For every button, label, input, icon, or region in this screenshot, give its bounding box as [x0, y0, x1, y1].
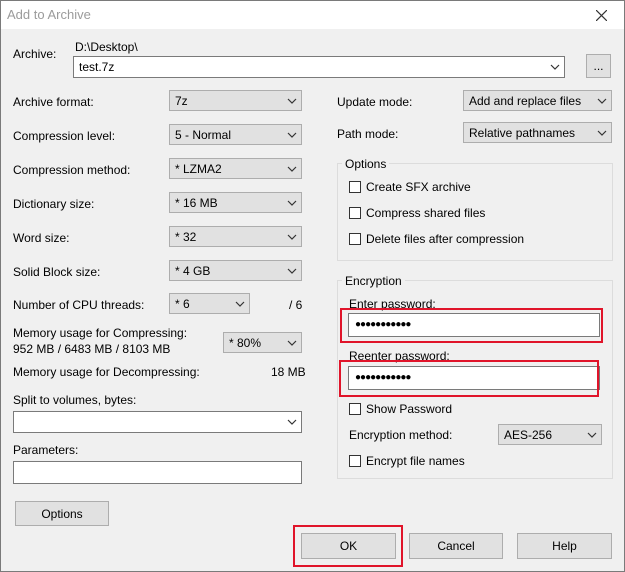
- compress-shared-checkbox[interactable]: Compress shared files: [349, 206, 485, 220]
- split-volumes-label: Split to volumes, bytes:: [13, 393, 137, 407]
- solid-block-size-value: * 4 GB: [175, 264, 211, 278]
- compression-method-label: Compression method:: [13, 163, 131, 177]
- create-sfx-checkbox[interactable]: Create SFX archive: [349, 180, 471, 194]
- chevron-down-icon: [235, 299, 245, 309]
- checkbox-box: [349, 207, 361, 219]
- delete-after-checkbox[interactable]: Delete files after compression: [349, 232, 524, 246]
- title-bar: Add to Archive: [1, 1, 624, 29]
- memory-usage-select[interactable]: * 80%: [223, 332, 302, 353]
- parameters-input[interactable]: [13, 461, 302, 484]
- encryption-method-label: Encryption method:: [349, 428, 453, 442]
- path-mode-value: Relative pathnames: [469, 126, 576, 140]
- options-button[interactable]: Options: [15, 501, 109, 526]
- compression-level-select[interactable]: 5 - Normal: [169, 124, 302, 145]
- word-size-label: Word size:: [13, 231, 70, 245]
- cpu-threads-label: Number of CPU threads:: [13, 298, 145, 312]
- archive-path: D:\Desktop\: [75, 40, 138, 54]
- encryption-group-title: Encryption: [342, 274, 405, 288]
- compression-level-label: Compression level:: [13, 129, 116, 143]
- parameters-label: Parameters:: [13, 443, 79, 457]
- chevron-down-icon: [597, 128, 607, 138]
- archive-format-label: Archive format:: [13, 95, 94, 109]
- compress-shared-label: Compress shared files: [366, 206, 486, 220]
- update-mode-label: Update mode:: [337, 95, 413, 109]
- compression-method-value: * LZMA2: [175, 162, 222, 176]
- chevron-down-icon: [287, 198, 297, 208]
- cancel-button[interactable]: Cancel: [409, 533, 503, 559]
- create-sfx-label: Create SFX archive: [366, 180, 471, 194]
- chevron-down-icon: [287, 417, 297, 427]
- chevron-down-icon: [597, 96, 607, 106]
- chevron-down-icon: [287, 164, 297, 174]
- compression-level-value: 5 - Normal: [175, 128, 232, 142]
- memory-compress-label: Memory usage for Compressing:: [13, 326, 188, 340]
- update-mode-value: Add and replace files: [469, 94, 582, 108]
- encryption-method-select[interactable]: AES-256: [498, 424, 602, 445]
- dictionary-size-value: * 16 MB: [175, 196, 218, 210]
- window-title: Add to Archive: [7, 7, 91, 22]
- add-to-archive-dialog: Add to Archive Archive: D:\Desktop\ test…: [0, 0, 625, 572]
- split-volumes-combo[interactable]: [13, 411, 302, 433]
- chevron-down-icon: [287, 130, 297, 140]
- delete-after-label: Delete files after compression: [366, 232, 525, 246]
- dictionary-size-label: Dictionary size:: [13, 197, 95, 211]
- encryption-method-value: AES-256: [504, 428, 553, 442]
- browse-button[interactable]: ...: [586, 54, 611, 78]
- dictionary-size-select[interactable]: * 16 MB: [169, 192, 302, 213]
- cpu-threads-select[interactable]: * 6: [169, 293, 250, 314]
- memory-decompress-value: 18 MB: [271, 365, 306, 379]
- archive-label: Archive:: [13, 47, 57, 61]
- show-password-label: Show Password: [366, 402, 453, 416]
- word-size-value: * 32: [175, 230, 197, 244]
- cpu-threads-value: * 6: [175, 297, 190, 311]
- archive-format-value: 7z: [175, 94, 188, 108]
- help-button[interactable]: Help: [517, 533, 612, 559]
- path-mode-select[interactable]: Relative pathnames: [463, 122, 612, 143]
- word-size-select[interactable]: * 32: [169, 226, 302, 247]
- chevron-down-icon: [287, 266, 297, 276]
- update-mode-select[interactable]: Add and replace files: [463, 90, 612, 111]
- encrypt-names-label: Encrypt file names: [366, 454, 465, 468]
- highlight-box: [293, 525, 403, 567]
- chevron-down-icon: [550, 62, 560, 72]
- encrypt-names-checkbox[interactable]: Encrypt file names: [349, 454, 465, 468]
- highlight-box: [339, 360, 599, 397]
- archive-format-select[interactable]: 7z: [169, 90, 302, 111]
- chevron-down-icon: [287, 96, 297, 106]
- compression-method-select[interactable]: * LZMA2: [169, 158, 302, 179]
- show-password-checkbox[interactable]: Show Password: [349, 402, 452, 416]
- checkbox-box: [349, 455, 361, 467]
- archive-name-combo[interactable]: test.7z: [73, 56, 565, 78]
- checkbox-box: [349, 181, 361, 193]
- options-group-title: Options: [342, 157, 390, 171]
- checkbox-box: [349, 233, 361, 245]
- chevron-down-icon: [287, 338, 297, 348]
- cpu-threads-max: / 6: [289, 298, 303, 312]
- chevron-down-icon: [587, 430, 597, 440]
- memory-decompress-label: Memory usage for Decompressing:: [13, 365, 200, 379]
- checkbox-box: [349, 403, 361, 415]
- archive-name-value: test.7z: [79, 60, 115, 74]
- solid-block-size-label: Solid Block size:: [13, 265, 101, 279]
- chevron-down-icon: [287, 232, 297, 242]
- memory-usage-value: * 80%: [229, 336, 262, 350]
- solid-block-size-select[interactable]: * 4 GB: [169, 260, 302, 281]
- close-icon[interactable]: [578, 1, 624, 29]
- highlight-box: [340, 308, 603, 343]
- memory-compress-values: 952 MB / 6483 MB / 8103 MB: [13, 342, 171, 356]
- path-mode-label: Path mode:: [337, 127, 399, 141]
